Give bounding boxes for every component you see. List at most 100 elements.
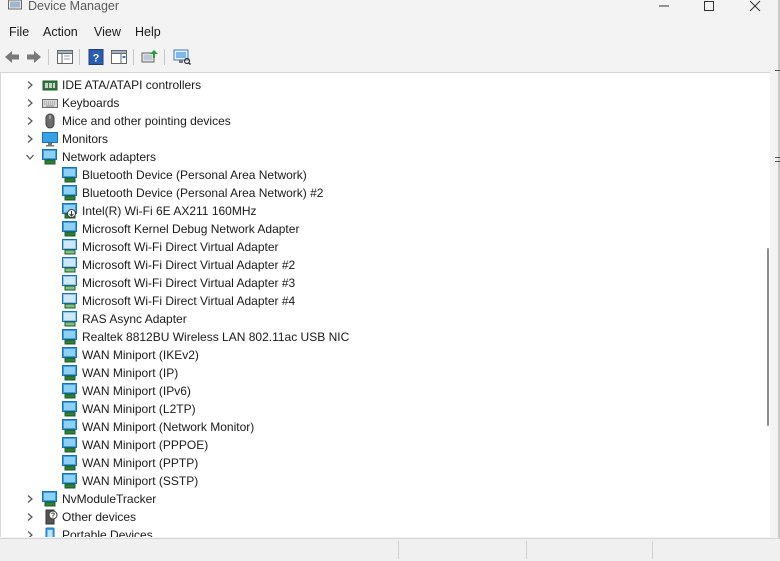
- tree-node-label: Intel(R) Wi-Fi 6E AX211 160MHz: [82, 204, 257, 218]
- properties-button[interactable]: [109, 47, 129, 67]
- tree-node-adapter[interactable]: Microsoft Wi-Fi Direct Virtual Adapter #…: [62, 274, 295, 292]
- tree-node-label: IDE ATA/ATAPI controllers: [62, 78, 202, 92]
- tree-node-adapter[interactable]: Intel(R) Wi-Fi 6E AX211 160MHz: [62, 202, 257, 220]
- tree-node-adapter[interactable]: RAS Async Adapter: [62, 310, 187, 328]
- network-adapter-icon: [62, 383, 77, 399]
- chevron-right-icon[interactable]: [25, 116, 35, 126]
- tree-node-adapter[interactable]: WAN Miniport (IPv6): [62, 382, 191, 400]
- edge-tick: [775, 70, 780, 71]
- tree-node-label: WAN Miniport (IP): [82, 366, 179, 380]
- forward-icon: [27, 51, 41, 63]
- menu-file[interactable]: File: [9, 25, 29, 39]
- tree-node-adapter[interactable]: Microsoft Wi-Fi Direct Virtual Adapter #…: [62, 292, 295, 310]
- virtual-adapter-icon: [62, 257, 77, 273]
- scan-hardware-icon: [173, 49, 191, 65]
- monitor-icon: [42, 132, 58, 147]
- chevron-right-icon[interactable]: [25, 134, 35, 144]
- network-adapter-icon: [62, 221, 77, 237]
- network-adapter-icon: [62, 347, 77, 363]
- network-adapter-icon: [62, 419, 77, 435]
- chevron-right-icon[interactable]: [25, 80, 35, 90]
- other-devices-icon: ?: [45, 509, 58, 525]
- tree-node-adapter[interactable]: WAN Miniport (IKEv2): [62, 346, 199, 364]
- chevron-right-icon[interactable]: [25, 512, 35, 522]
- chevron-right-icon[interactable]: [25, 98, 35, 108]
- device-tree[interactable]: IDE ATA/ATAPI controllers Keyboards Mice…: [0, 72, 770, 537]
- tree-node-label: Realtek 8812BU Wireless LAN 802.11ac USB…: [82, 330, 350, 344]
- title-bar: Device Manager: [0, 0, 780, 20]
- close-button[interactable]: [732, 0, 778, 16]
- forward-button[interactable]: [24, 47, 44, 67]
- chevron-right-icon[interactable]: [25, 530, 35, 537]
- device-manager-app-icon: [8, 0, 22, 10]
- tree-node-label: WAN Miniport (PPTP): [82, 456, 199, 470]
- wifi-adapter-icon: [62, 203, 77, 219]
- chevron-down-icon[interactable]: [25, 152, 35, 162]
- tree-node-label: WAN Miniport (IPv6): [82, 384, 191, 398]
- menu-bar: File Action View Help: [0, 22, 780, 44]
- status-divider: [398, 541, 399, 559]
- tree-node-adapter[interactable]: Bluetooth Device (Personal Area Network)…: [62, 184, 323, 202]
- tree-node-label: Microsoft Kernel Debug Network Adapter: [82, 222, 300, 236]
- scrollbar-thumb[interactable]: [767, 248, 769, 426]
- tree-node-label: Other devices: [62, 510, 137, 524]
- menu-help[interactable]: Help: [135, 25, 161, 39]
- virtual-adapter-icon: [62, 275, 77, 291]
- update-driver-button[interactable]: [140, 47, 160, 67]
- scan-hardware-button[interactable]: [172, 47, 192, 67]
- minimize-button[interactable]: [641, 0, 687, 16]
- tree-node-adapter[interactable]: WAN Miniport (IP): [62, 364, 178, 382]
- tree-node-monitors[interactable]: Monitors: [25, 130, 108, 148]
- help-button[interactable]: ?: [86, 47, 106, 67]
- tree-node-label: WAN Miniport (SSTP): [82, 474, 199, 488]
- tree-node-label: RAS Async Adapter: [82, 312, 187, 326]
- network-adapter-icon: [62, 473, 77, 489]
- status-divider: [526, 541, 527, 559]
- tree-node-label: WAN Miniport (IKEv2): [82, 348, 199, 362]
- tree-node-adapter[interactable]: WAN Miniport (SSTP): [62, 472, 198, 490]
- properties-icon: [111, 50, 127, 64]
- toolbar: ?: [0, 45, 780, 69]
- show-hide-console-tree-button[interactable]: [55, 47, 75, 67]
- tree-node-label: Microsoft Wi-Fi Direct Virtual Adapter #…: [82, 294, 296, 308]
- tree-node-adapter[interactable]: Microsoft Wi-Fi Direct Virtual Adapter #…: [62, 256, 295, 274]
- menu-view[interactable]: View: [94, 25, 121, 39]
- tree-node-adapter[interactable]: WAN Miniport (PPPOE): [62, 436, 208, 454]
- network-adapter-icon: [62, 401, 77, 417]
- vertical-scrollbar[interactable]: [762, 72, 770, 537]
- network-adapter-icon: [42, 149, 57, 165]
- tree-node-label: Monitors: [62, 132, 109, 146]
- close-icon: [749, 0, 761, 12]
- menu-action[interactable]: Action: [43, 25, 78, 39]
- show-hide-console-tree-icon: [57, 50, 73, 64]
- tree-node-portable-devices[interactable]: Portable Devices: [25, 526, 153, 537]
- maximize-button[interactable]: [686, 0, 732, 16]
- tree-node-other-devices[interactable]: ? Other devices: [25, 508, 136, 526]
- back-button[interactable]: [2, 47, 22, 67]
- network-adapter-icon: [42, 491, 57, 507]
- tree-node-adapter[interactable]: Microsoft Wi-Fi Direct Virtual Adapter: [62, 238, 279, 256]
- tree-node-label: Microsoft Wi-Fi Direct Virtual Adapter #…: [82, 258, 296, 272]
- tree-node-adapter[interactable]: WAN Miniport (L2TP): [62, 400, 196, 418]
- tree-node-label: NvModuleTracker: [62, 492, 157, 506]
- tree-node-keyboards[interactable]: Keyboards: [25, 94, 119, 112]
- minimize-icon: [659, 5, 669, 7]
- tree-node-adapter[interactable]: WAN Miniport (Network Monitor): [62, 418, 254, 436]
- svg-text:?: ?: [51, 513, 55, 520]
- network-adapter-icon: [62, 167, 77, 183]
- tree-node-ide-controllers[interactable]: IDE ATA/ATAPI controllers: [25, 76, 201, 94]
- tree-node-adapter[interactable]: Bluetooth Device (Personal Area Network): [62, 166, 307, 184]
- toolbar-separator: [133, 49, 134, 65]
- tree-node-label: Microsoft Wi-Fi Direct Virtual Adapter #…: [82, 276, 296, 290]
- tree-node-adapter[interactable]: Microsoft Kernel Debug Network Adapter: [62, 220, 299, 238]
- tree-node-nvmoduletracker[interactable]: NvModuleTracker: [25, 490, 156, 508]
- virtual-adapter-icon: [62, 239, 77, 255]
- tree-node-label: Keyboards: [62, 96, 120, 110]
- chevron-right-icon[interactable]: [25, 494, 35, 504]
- tree-node-adapter[interactable]: WAN Miniport (PPTP): [62, 454, 198, 472]
- tree-node-network-adapters[interactable]: Network adapters: [25, 148, 156, 166]
- tree-node-label: WAN Miniport (Network Monitor): [82, 420, 255, 434]
- tree-node-mice[interactable]: Mice and other pointing devices: [25, 112, 231, 130]
- tree-node-adapter[interactable]: Realtek 8812BU Wireless LAN 802.11ac USB…: [62, 328, 349, 346]
- tree-node-label: WAN Miniport (L2TP): [82, 402, 196, 416]
